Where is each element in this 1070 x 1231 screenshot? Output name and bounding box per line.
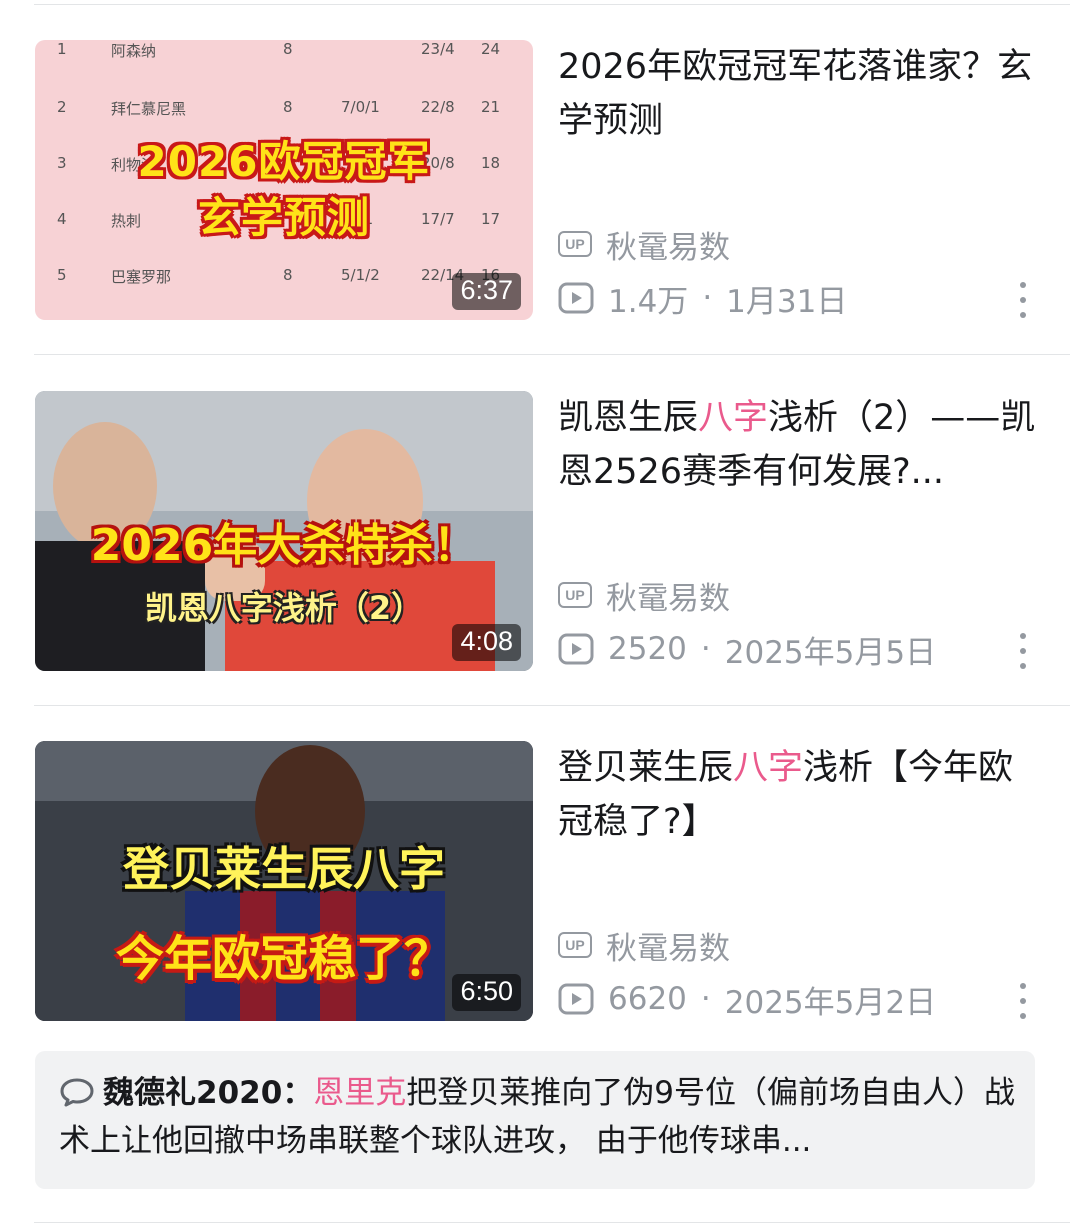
more-vertical-icon[interactable] [1010, 981, 1036, 1021]
comment-username[interactable]: 魏德礼2020： [103, 1075, 313, 1111]
up-badge-icon: UP [558, 231, 592, 257]
video-card-1[interactable]: 1 阿森纳 8 23/4 24 2 拜仁慕尼黑 8 7/0/1 22/8 21 … [0, 40, 1070, 330]
publish-date: 1月31日 [726, 283, 848, 320]
thumbnail-caption: 登贝莱生辰八字 [123, 842, 445, 896]
thumbnail-caption: 凯恩八字浅析（2） [144, 589, 424, 627]
thumbnail-caption: 2026欧冠冠军 [137, 137, 431, 186]
play-count-icon [558, 633, 594, 665]
duration-badge: 6:50 [452, 974, 521, 1011]
uploader-name: 秋鼋易数 [606, 930, 730, 967]
duration-badge: 4:08 [452, 624, 521, 661]
bottom-divider [34, 1222, 1070, 1223]
dot-separator: · [702, 280, 713, 316]
uploader-name: 秋鼋易数 [606, 580, 730, 617]
video-thumbnail-2[interactable]: 2026年大杀特杀！ 凯恩八字浅析（2） 4:08 [35, 391, 533, 671]
uploader-row[interactable]: UP 秋鼋易数 [558, 575, 730, 617]
comment-preview[interactable]: 魏德礼2020：恩里克把登贝莱推向了伪9号位（偏前场自由人）战术上让他回撤中场串… [35, 1051, 1035, 1189]
thumbnail-caption: 玄学预测 [197, 193, 370, 242]
up-badge-icon: UP [558, 932, 592, 958]
uploader-name: 秋鼋易数 [606, 229, 730, 266]
duration-badge: 6:37 [452, 273, 521, 310]
uploader-row[interactable]: UP 秋鼋易数 [558, 224, 730, 266]
video-title[interactable]: 凯恩生辰八字浅析（2）——凯恩2526赛季有何发展?... [558, 391, 1036, 499]
play-count-icon [558, 282, 594, 314]
view-count: 6620 [608, 981, 687, 1017]
dot-separator: · [700, 981, 711, 1017]
video-card-2[interactable]: 2026年大杀特杀！ 凯恩八字浅析（2） 4:08 凯恩生辰八字浅析（2）——凯… [0, 391, 1070, 681]
dot-separator: · [700, 631, 711, 667]
video-title[interactable]: 登贝莱生辰八字浅析【今年欧冠稳了?】 [558, 741, 1036, 849]
more-vertical-icon[interactable] [1010, 631, 1036, 671]
card-divider [34, 705, 1070, 706]
top-divider [34, 4, 1070, 5]
publish-date: 2025年5月2日 [724, 984, 937, 1021]
thumbnail-caption: 2026年大杀特杀！ [90, 520, 478, 571]
comment-text: 魏德礼2020：恩里克把登贝莱推向了伪9号位（偏前场自由人）战术上让他回撤中场串… [59, 1069, 1019, 1165]
comment-bubble-icon [60, 1078, 94, 1107]
publish-date: 2025年5月5日 [724, 634, 937, 671]
keyword-highlight: 八字 [698, 398, 769, 438]
more-vertical-icon[interactable] [1010, 280, 1036, 320]
uploader-row[interactable]: UP 秋鼋易数 [558, 925, 730, 967]
comment-highlight: 恩里克 [313, 1075, 407, 1111]
card-divider [34, 354, 1070, 355]
view-count: 2520 [608, 631, 687, 667]
stats-row: 6620 · 2025年5月2日 [558, 977, 936, 1021]
keyword-highlight: 八字 [733, 748, 804, 788]
stats-row: 2520 · 2025年5月5日 [558, 627, 936, 671]
standings-row: 1 阿森纳 8 23/4 24 [57, 40, 501, 60]
video-card-3[interactable]: 登贝莱生辰八字 今年欧冠稳了？ 6:50 登贝莱生辰八字浅析【今年欧冠稳了?】 … [0, 741, 1070, 1031]
up-badge-icon: UP [558, 582, 592, 608]
video-thumbnail-3[interactable]: 登贝莱生辰八字 今年欧冠稳了？ 6:50 [35, 741, 533, 1021]
stats-row: 1.4万 · 1月31日 [558, 276, 847, 320]
play-count-icon [558, 983, 594, 1015]
video-title[interactable]: 2026年欧冠冠军花落谁家？玄学预测 [558, 40, 1036, 148]
view-count: 1.4万 [608, 283, 689, 320]
video-thumbnail-1[interactable]: 1 阿森纳 8 23/4 24 2 拜仁慕尼黑 8 7/0/1 22/8 21 … [35, 40, 533, 320]
